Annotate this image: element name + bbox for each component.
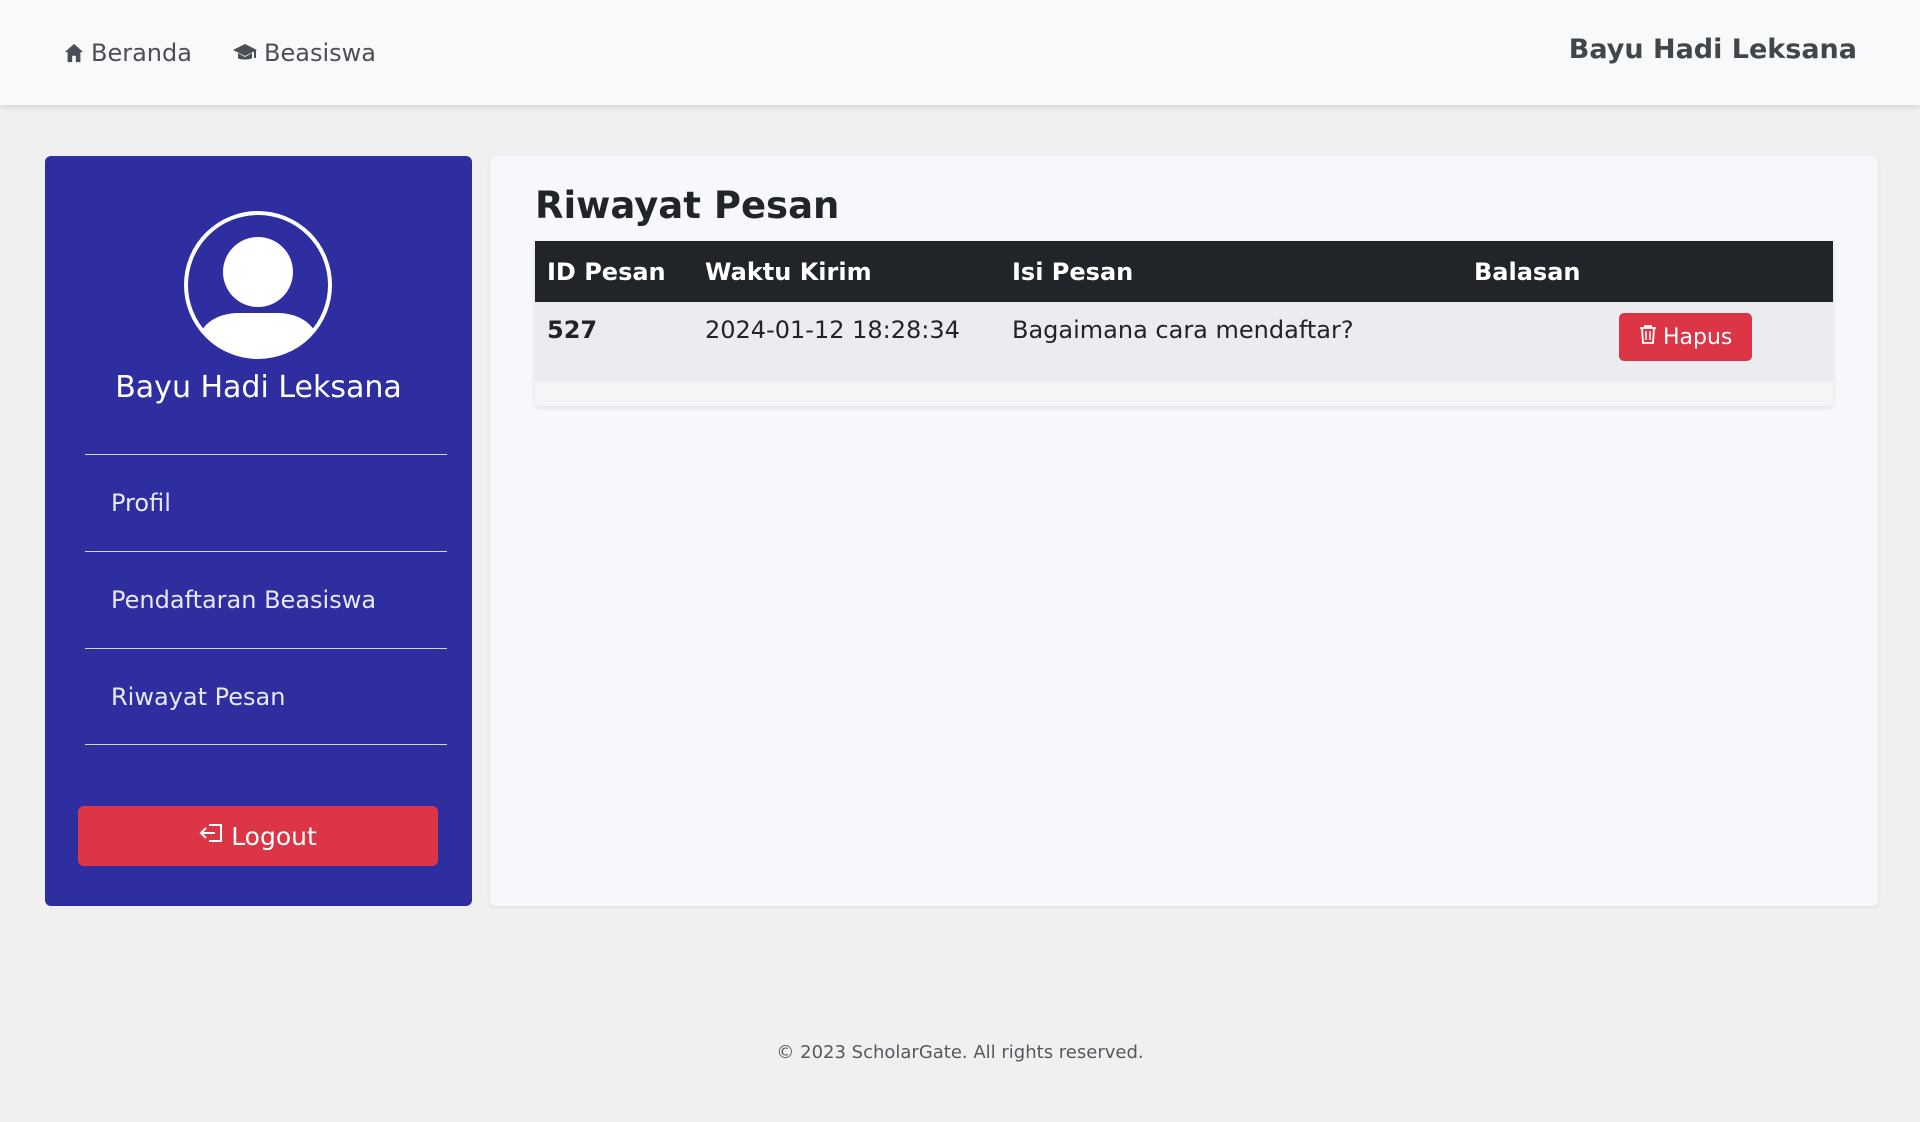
sidebar-item-label: Pendaftaran Beasiswa <box>111 585 377 614</box>
sidebar-divider <box>85 744 447 745</box>
column-header-isi: Isi Pesan <box>1012 257 1134 286</box>
sidebar-item-pendaftaran-beasiswa[interactable]: Pendaftaran Beasiswa <box>85 551 447 647</box>
top-navbar: Beranda Beasiswa Bayu Hadi Leksana <box>0 0 1920 105</box>
nav-user-name[interactable]: Bayu Hadi Leksana <box>1569 34 1857 65</box>
nav-beasiswa-label: Beasiswa <box>264 39 376 67</box>
logout-button[interactable]: Logout <box>78 806 438 866</box>
logout-label: Logout <box>231 821 317 851</box>
messages-table-container: ID Pesan Waktu Kirim Isi Pesan Balasan 5… <box>535 241 1833 406</box>
nav-beranda-label: Beranda <box>91 39 192 67</box>
table-header-row: ID Pesan Waktu Kirim Isi Pesan Balasan <box>535 241 1833 302</box>
sidebar-item-label: Riwayat Pesan <box>111 682 286 711</box>
logout-icon <box>199 821 225 851</box>
user-avatar-icon <box>183 210 333 360</box>
delete-button[interactable]: Hapus <box>1619 313 1753 361</box>
delete-label: Hapus <box>1663 324 1733 350</box>
cell-message: Bagaimana cara mendaftar? <box>1012 316 1354 344</box>
sidebar-user-name: Bayu Hadi Leksana <box>115 370 402 405</box>
home-icon <box>63 42 85 64</box>
nav-beranda-link[interactable]: Beranda <box>63 35 192 71</box>
cell-id: 527 <box>547 316 598 344</box>
sidebar-item-label: Profil <box>111 488 171 517</box>
sidebar: Bayu Hadi Leksana Profil Pendaftaran Bea… <box>45 156 472 906</box>
column-header-id: ID Pesan <box>547 257 666 286</box>
column-header-balasan: Balasan <box>1474 257 1581 286</box>
sidebar-item-riwayat-pesan[interactable]: Riwayat Pesan <box>85 648 447 744</box>
page-title: Riwayat Pesan <box>535 184 840 227</box>
main-content-card: Riwayat Pesan ID Pesan Waktu Kirim Isi P… <box>490 156 1878 906</box>
trash-icon <box>1639 324 1657 350</box>
cell-time: 2024-01-12 18:28:34 <box>705 316 960 344</box>
cell-reply: Hapus <box>1462 302 1833 382</box>
sidebar-item-profil[interactable]: Profil <box>85 454 447 550</box>
column-header-waktu: Waktu Kirim <box>705 257 872 286</box>
nav-beasiswa-link[interactable]: Beasiswa <box>232 35 376 71</box>
messages-table: ID Pesan Waktu Kirim Isi Pesan Balasan 5… <box>535 241 1833 382</box>
graduation-cap-icon <box>232 42 258 64</box>
footer-copyright: © 2023 ScholarGate. All rights reserved. <box>776 1042 1144 1063</box>
table-row: 527 2024-01-12 18:28:34 Bagaimana cara m… <box>535 302 1833 382</box>
